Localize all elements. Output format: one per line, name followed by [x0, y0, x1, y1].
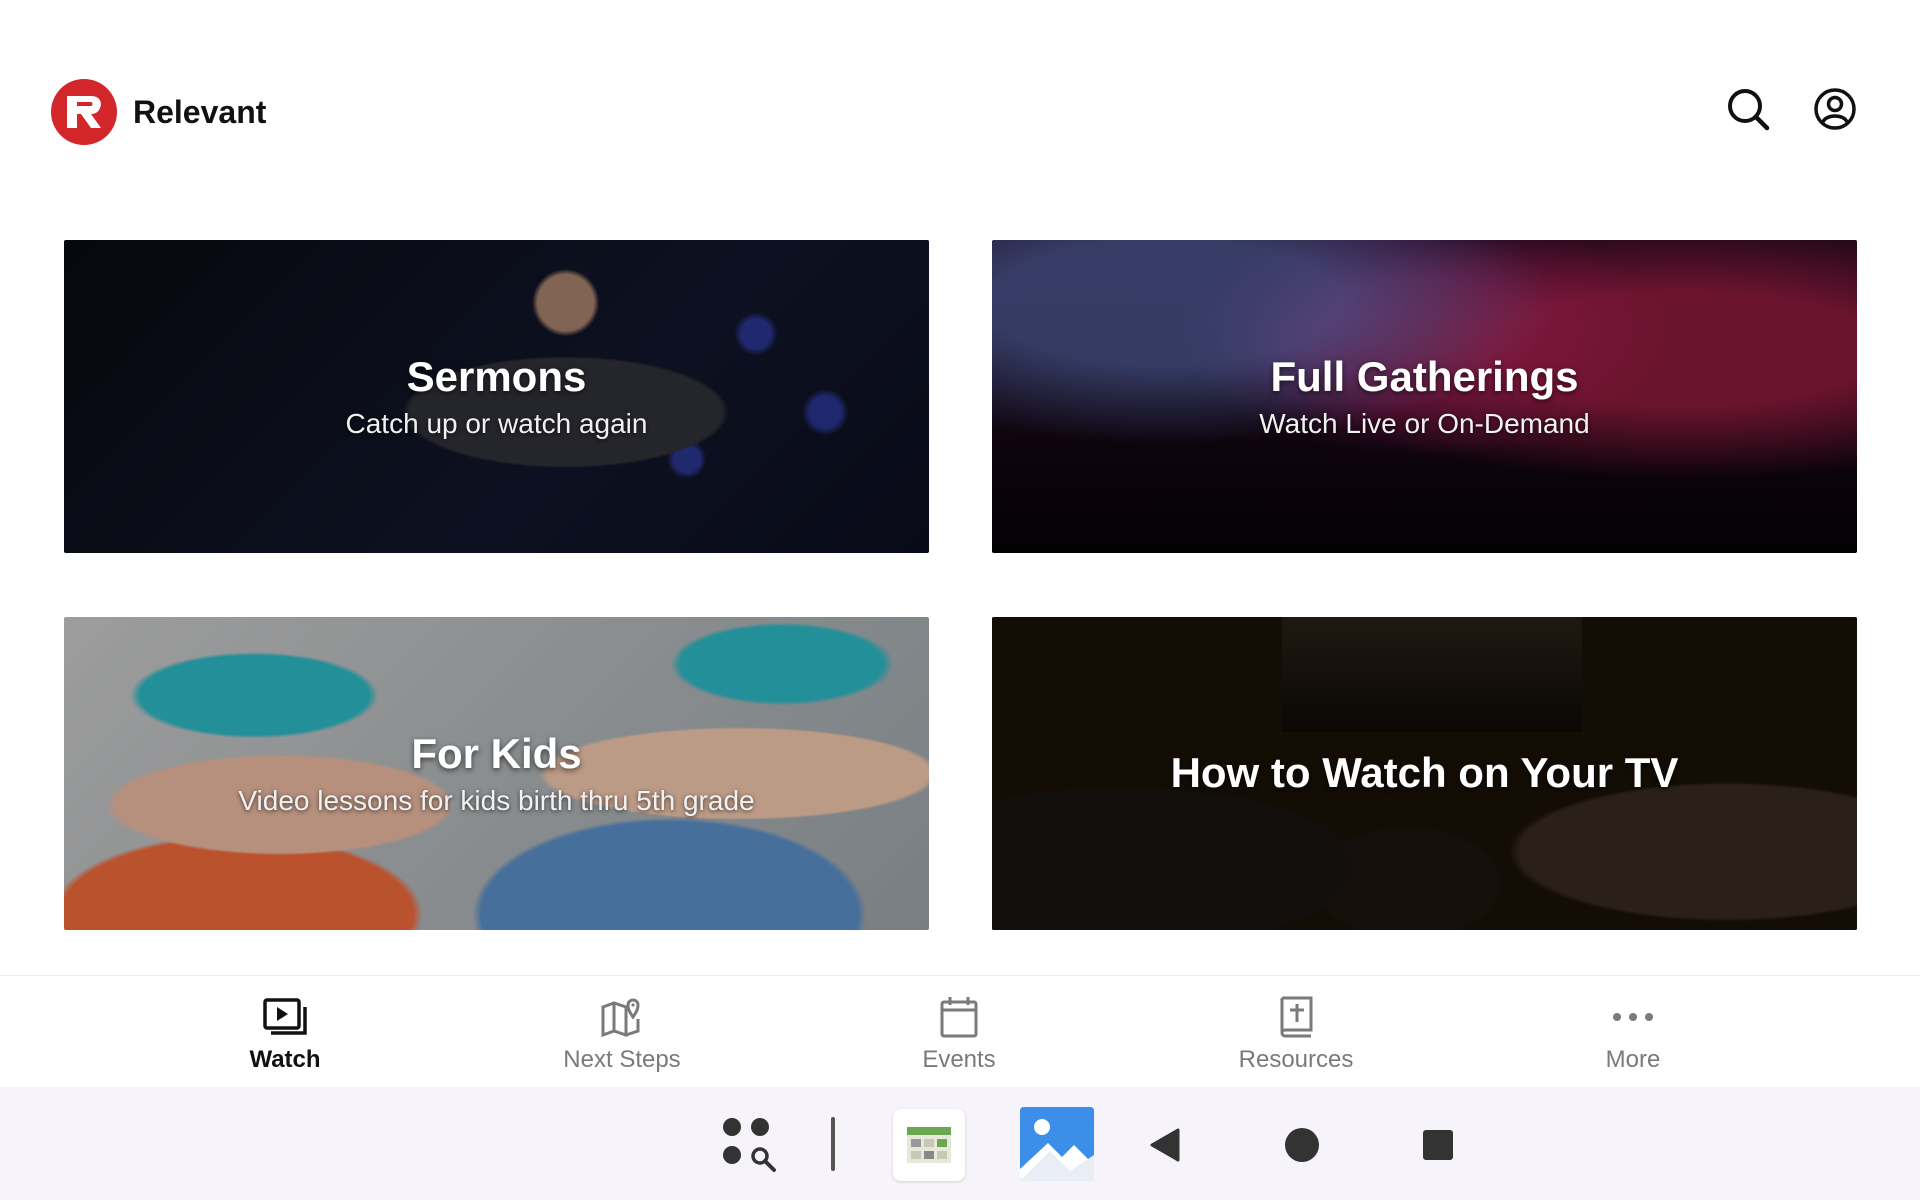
card-for-kids[interactable]: For Kids Video lessons for kids birth th… [64, 617, 929, 930]
card-subtitle: Watch Live or On-Demand [1259, 407, 1590, 439]
nav-item-watch[interactable]: Watch [185, 994, 385, 1074]
brand[interactable]: Relevant [51, 79, 266, 145]
card-title: Sermons [406, 353, 587, 401]
app-drawer-search-button[interactable] [720, 1115, 780, 1175]
spreadsheet-app-icon [907, 1127, 951, 1163]
nav-label: Events [922, 1046, 996, 1073]
app-root: Relevant Sermons Catch up or watch again [0, 0, 1920, 1200]
system-home-button[interactable] [1282, 1125, 1322, 1165]
bible-icon [1280, 996, 1313, 1038]
system-back-button[interactable] [1145, 1125, 1185, 1165]
card-subtitle: Video lessons for kids birth thru 5th gr… [238, 784, 755, 816]
nav-label: More [1605, 1046, 1661, 1073]
system-navigation-bar [0, 1087, 1920, 1200]
top-app-bar: Relevant [0, 0, 1920, 200]
nav-label: Watch [249, 1046, 321, 1073]
nav-item-more[interactable]: More [1533, 994, 1733, 1074]
map-pin-icon [601, 998, 640, 1038]
system-recents-button[interactable] [1418, 1125, 1458, 1165]
nav-label: Next Steps [563, 1046, 681, 1073]
more-dots-icon [1613, 1013, 1653, 1021]
brand-name: Relevant [133, 93, 267, 130]
relevant-logo-icon [51, 79, 117, 145]
nav-item-events[interactable]: Events [859, 994, 1059, 1074]
taskbar-divider [831, 1117, 835, 1171]
search-icon [1728, 89, 1770, 131]
card-title: How to Watch on Your TV [1170, 749, 1679, 797]
nav-label: Resources [1238, 1046, 1354, 1073]
card-sermons[interactable]: Sermons Catch up or watch again [64, 240, 929, 553]
calendar-icon [940, 997, 978, 1038]
taskbar-app-calendar[interactable] [893, 1109, 965, 1181]
account-circle-icon [1814, 88, 1856, 130]
nav-item-resources[interactable]: Resources [1196, 994, 1396, 1074]
card-title: For Kids [411, 730, 582, 778]
apps-search-icon [723, 1118, 776, 1172]
home-circle-icon [1285, 1128, 1319, 1162]
search-button[interactable] [1725, 86, 1771, 132]
card-title: Full Gatherings [1270, 353, 1579, 401]
profile-button[interactable] [1812, 86, 1858, 132]
card-full-gatherings[interactable]: Full Gatherings Watch Live or On-Demand [992, 240, 1857, 553]
video-library-icon [263, 998, 307, 1035]
card-subtitle: Catch up or watch again [345, 407, 648, 439]
nav-item-next-steps[interactable]: Next Steps [522, 994, 722, 1074]
photo-gallery-icon [1020, 1107, 1094, 1181]
card-how-to-watch-tv[interactable]: How to Watch on Your TV [992, 617, 1857, 930]
taskbar-app-gallery[interactable] [1020, 1107, 1094, 1181]
bottom-navigation: Watch Next Steps Events Resources More [0, 975, 1920, 1087]
back-triangle-icon [1150, 1128, 1180, 1162]
recents-square-icon [1423, 1130, 1453, 1160]
